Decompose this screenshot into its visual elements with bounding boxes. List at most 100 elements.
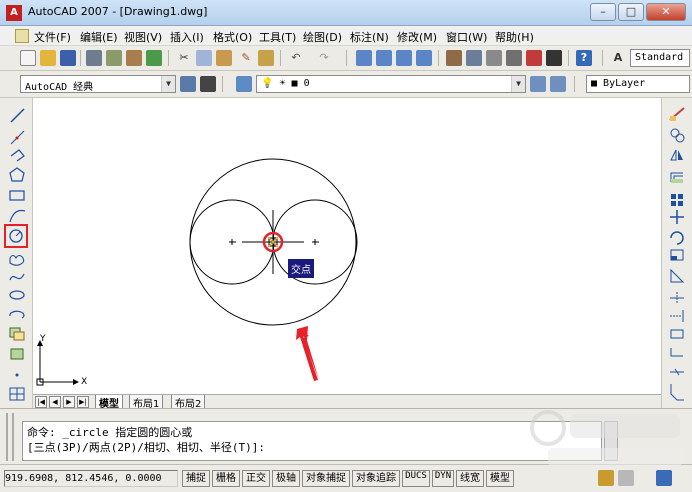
arc-icon[interactable]: [9, 209, 26, 223]
offset-icon[interactable]: [670, 172, 683, 183]
calculator-icon[interactable]: [546, 50, 562, 66]
menu-format[interactable]: 格式(O): [213, 29, 252, 45]
layer-previous-icon[interactable]: [550, 76, 566, 92]
command-grip[interactable]: [6, 413, 14, 461]
menu-insert[interactable]: 插入(I): [170, 29, 204, 45]
pan-icon[interactable]: [356, 50, 372, 66]
stretch-icon[interactable]: [670, 268, 685, 283]
workspace-settings-icon[interactable]: [180, 76, 196, 92]
chamfer-icon[interactable]: [670, 384, 684, 401]
document-icon[interactable]: [15, 29, 29, 43]
polygon-icon[interactable]: [9, 167, 25, 182]
sheet-set-icon[interactable]: [506, 50, 522, 66]
circle-tool-icon[interactable]: [4, 224, 28, 248]
cut-icon[interactable]: ✂: [176, 50, 192, 66]
layer-combo[interactable]: 💡 ☀ ■ 0 ▼: [256, 75, 526, 93]
spline-icon[interactable]: [9, 273, 25, 281]
make-layer-current-icon[interactable]: [530, 76, 546, 92]
save-icon[interactable]: [60, 50, 76, 66]
make-block-icon[interactable]: [10, 348, 24, 360]
construction-line-icon[interactable]: [10, 130, 25, 145]
properties-icon[interactable]: [446, 50, 462, 66]
close-button[interactable]: ✕: [646, 3, 686, 21]
drawing-canvas[interactable]: 交点 Y X: [33, 98, 661, 394]
insert-block-icon[interactable]: [9, 327, 25, 341]
object-track-button[interactable]: 对象追踪: [352, 470, 400, 487]
scale-icon[interactable]: [670, 249, 684, 261]
menu-tools[interactable]: 工具(T): [259, 29, 296, 45]
maximize-button[interactable]: □: [618, 3, 644, 21]
design-center-icon[interactable]: [466, 50, 482, 66]
ducs-button[interactable]: DUCS: [402, 470, 430, 487]
revision-cloud-icon[interactable]: [9, 254, 25, 266]
move-icon[interactable]: [670, 210, 684, 224]
tray-settings-icon[interactable]: [598, 470, 614, 486]
clean-screen-icon[interactable]: [656, 470, 672, 486]
menu-window[interactable]: 窗口(W): [446, 29, 487, 45]
lineweight-button[interactable]: 线宽: [456, 470, 484, 487]
workspace-combo[interactable]: AutoCAD 经典 ▼: [20, 75, 176, 93]
undo-icon[interactable]: ↶: [288, 50, 304, 66]
new-file-icon[interactable]: [20, 50, 36, 66]
rectangle-icon[interactable]: [9, 190, 25, 201]
menu-modify[interactable]: 修改(M): [397, 29, 437, 45]
polyline-icon[interactable]: [10, 149, 25, 162]
prev-tab-icon[interactable]: ◀: [49, 396, 61, 408]
text-style-combo[interactable]: Standard: [630, 49, 690, 67]
snap-button[interactable]: 捕捉: [182, 470, 210, 487]
ellipse-arc-icon[interactable]: [9, 310, 25, 319]
line-icon[interactable]: [10, 108, 25, 123]
extend-icon[interactable]: [670, 310, 684, 322]
zoom-realtime-icon[interactable]: [376, 50, 392, 66]
break-at-point-icon[interactable]: [670, 329, 684, 339]
match-properties-icon[interactable]: ✎: [238, 50, 254, 66]
lock-icon[interactable]: [618, 470, 634, 486]
erase-icon[interactable]: [669, 107, 685, 121]
tab-layout1[interactable]: 布局1: [129, 395, 164, 410]
menu-draw[interactable]: 绘图(D): [303, 29, 342, 45]
zoom-previous-icon[interactable]: [416, 50, 432, 66]
redo-icon[interactable]: ↷: [316, 50, 332, 66]
copy-icon[interactable]: [196, 50, 212, 66]
polar-button[interactable]: 极轴: [272, 470, 300, 487]
menu-dimension[interactable]: 标注(N): [350, 29, 389, 45]
mirror-icon[interactable]: [670, 149, 683, 161]
command-history[interactable]: 命令: _circle 指定圆的圆心或 [三点(3P)/两点(2P)/相切、相切…: [22, 421, 602, 461]
tool-palettes-icon[interactable]: [486, 50, 502, 66]
menu-help[interactable]: 帮助(H): [495, 29, 534, 45]
minimize-button[interactable]: –: [590, 3, 616, 21]
dyn-button[interactable]: DYN: [432, 470, 454, 487]
help-icon[interactable]: ?: [576, 50, 592, 66]
print-preview-icon[interactable]: [106, 50, 122, 66]
next-tab-icon[interactable]: ▶: [63, 396, 75, 408]
workspace-save-icon[interactable]: [200, 76, 216, 92]
copy-object-icon[interactable]: [670, 128, 685, 143]
tab-layout2[interactable]: 布局2: [171, 395, 206, 410]
break-icon[interactable]: [670, 348, 683, 357]
markup-icon[interactable]: [526, 50, 542, 66]
join-icon[interactable]: [670, 368, 684, 376]
publish-icon[interactable]: [126, 50, 142, 66]
block-editor-icon[interactable]: [258, 50, 274, 66]
color-combo[interactable]: ■ ByLayer: [586, 75, 690, 93]
point-icon[interactable]: [15, 373, 19, 377]
tab-model[interactable]: 模型: [95, 395, 123, 410]
open-folder-icon[interactable]: [40, 50, 56, 66]
hatch-icon[interactable]: [9, 387, 25, 401]
layer-manager-icon[interactable]: [236, 76, 252, 92]
paste-icon[interactable]: [216, 50, 232, 66]
ortho-button[interactable]: 正交: [242, 470, 270, 487]
trim-icon[interactable]: [670, 292, 684, 304]
menu-edit[interactable]: 编辑(E): [80, 29, 118, 45]
zoom-window-icon[interactable]: [396, 50, 412, 66]
grid-button[interactable]: 栅格: [212, 470, 240, 487]
coordinates-readout[interactable]: 919.6908, 812.4546, 0.0000: [4, 470, 178, 487]
model-button[interactable]: 模型: [486, 470, 514, 487]
plot-icon[interactable]: [146, 50, 162, 66]
autocad-a-icon[interactable]: A: [6, 5, 22, 21]
object-snap-button[interactable]: 对象捕捉: [302, 470, 350, 487]
rotate-icon[interactable]: [670, 231, 684, 245]
menu-file[interactable]: 文件(F): [34, 29, 71, 45]
last-tab-icon[interactable]: ▶|: [77, 396, 89, 408]
first-tab-icon[interactable]: |◀: [35, 396, 47, 408]
